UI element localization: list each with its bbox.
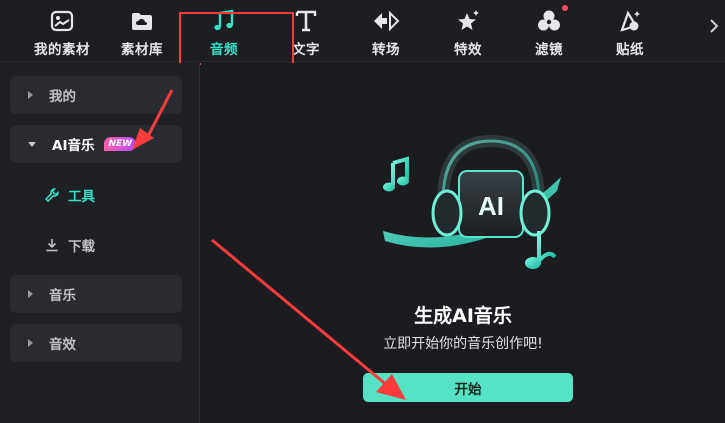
filter-circles-icon (534, 5, 568, 36)
category-ai-music[interactable]: AI音乐 NEW (10, 125, 182, 163)
tab-stickers[interactable]: 贴纸 (596, 0, 664, 62)
category-mine[interactable]: 我的 (10, 76, 182, 114)
tab-label: 滤镜 (535, 42, 563, 58)
transition-icon (371, 6, 401, 36)
category-music[interactable]: 音乐 (10, 275, 182, 313)
new-badge: NEW (104, 137, 137, 151)
category-sound-effects[interactable]: 音效 (10, 324, 182, 362)
category-label: AI音乐 (52, 138, 95, 154)
sticker-icon (615, 6, 645, 36)
cloud-folder-icon (127, 6, 157, 36)
sidebar: 我的 AI音乐 NEW 工具 下载 音乐 音效 (0, 63, 200, 423)
category-label: 我的 (49, 89, 76, 105)
tab-filters[interactable]: 滤镜 (515, 0, 583, 62)
tab-effects[interactable]: 特效 (434, 0, 502, 62)
category-label: 音效 (49, 337, 76, 353)
tab-label: 转场 (372, 42, 400, 58)
tab-text[interactable]: 文字 (272, 0, 340, 62)
sidebar-item-label: 工具 (68, 189, 95, 205)
chevron-right-icon[interactable] (709, 18, 719, 37)
caret-right-icon (28, 339, 33, 347)
tab-label: 我的素材 (34, 42, 90, 58)
image-icon (47, 6, 77, 36)
text-t-icon (291, 6, 321, 36)
illustration-text: AI (478, 191, 504, 221)
main-panel: AI 生成AI音乐 立即开始你的音乐创作吧! 开始 (201, 63, 725, 423)
category-label: 音乐 (49, 288, 76, 304)
tab-label: 贴纸 (616, 42, 644, 58)
sidebar-item-download[interactable]: 下载 (44, 235, 95, 255)
tab-label: 文字 (292, 42, 320, 58)
notification-dot (562, 5, 568, 11)
wrench-icon (44, 187, 60, 203)
tab-transition[interactable]: 转场 (352, 0, 420, 62)
tab-library[interactable]: 素材库 (108, 0, 176, 62)
download-icon (44, 237, 60, 253)
tab-label: 素材库 (121, 42, 163, 58)
tab-my-assets[interactable]: 我的素材 (22, 0, 102, 62)
music-note-icon (209, 6, 239, 36)
caret-right-icon (28, 91, 33, 99)
caret-right-icon (28, 290, 33, 298)
sidebar-item-label: 下载 (68, 239, 95, 255)
caret-down-icon (28, 141, 36, 147)
tab-label: 音频 (210, 42, 238, 58)
sparkle-star-icon (453, 6, 483, 36)
tab-audio[interactable]: 音频 (190, 0, 258, 62)
ai-headphones-icon: AI (371, 133, 571, 293)
sidebar-item-tools[interactable]: 工具 (44, 185, 95, 205)
top-toolbar: 我的素材 素材库 音频 文字 转场 特效 滤镜 贴纸 (0, 0, 725, 65)
page-title: 生成AI音乐 (414, 305, 512, 327)
tab-label: 特效 (454, 42, 482, 58)
start-button[interactable]: 开始 (363, 373, 573, 402)
subtitle: 立即开始你的音乐创作吧! (383, 336, 543, 352)
